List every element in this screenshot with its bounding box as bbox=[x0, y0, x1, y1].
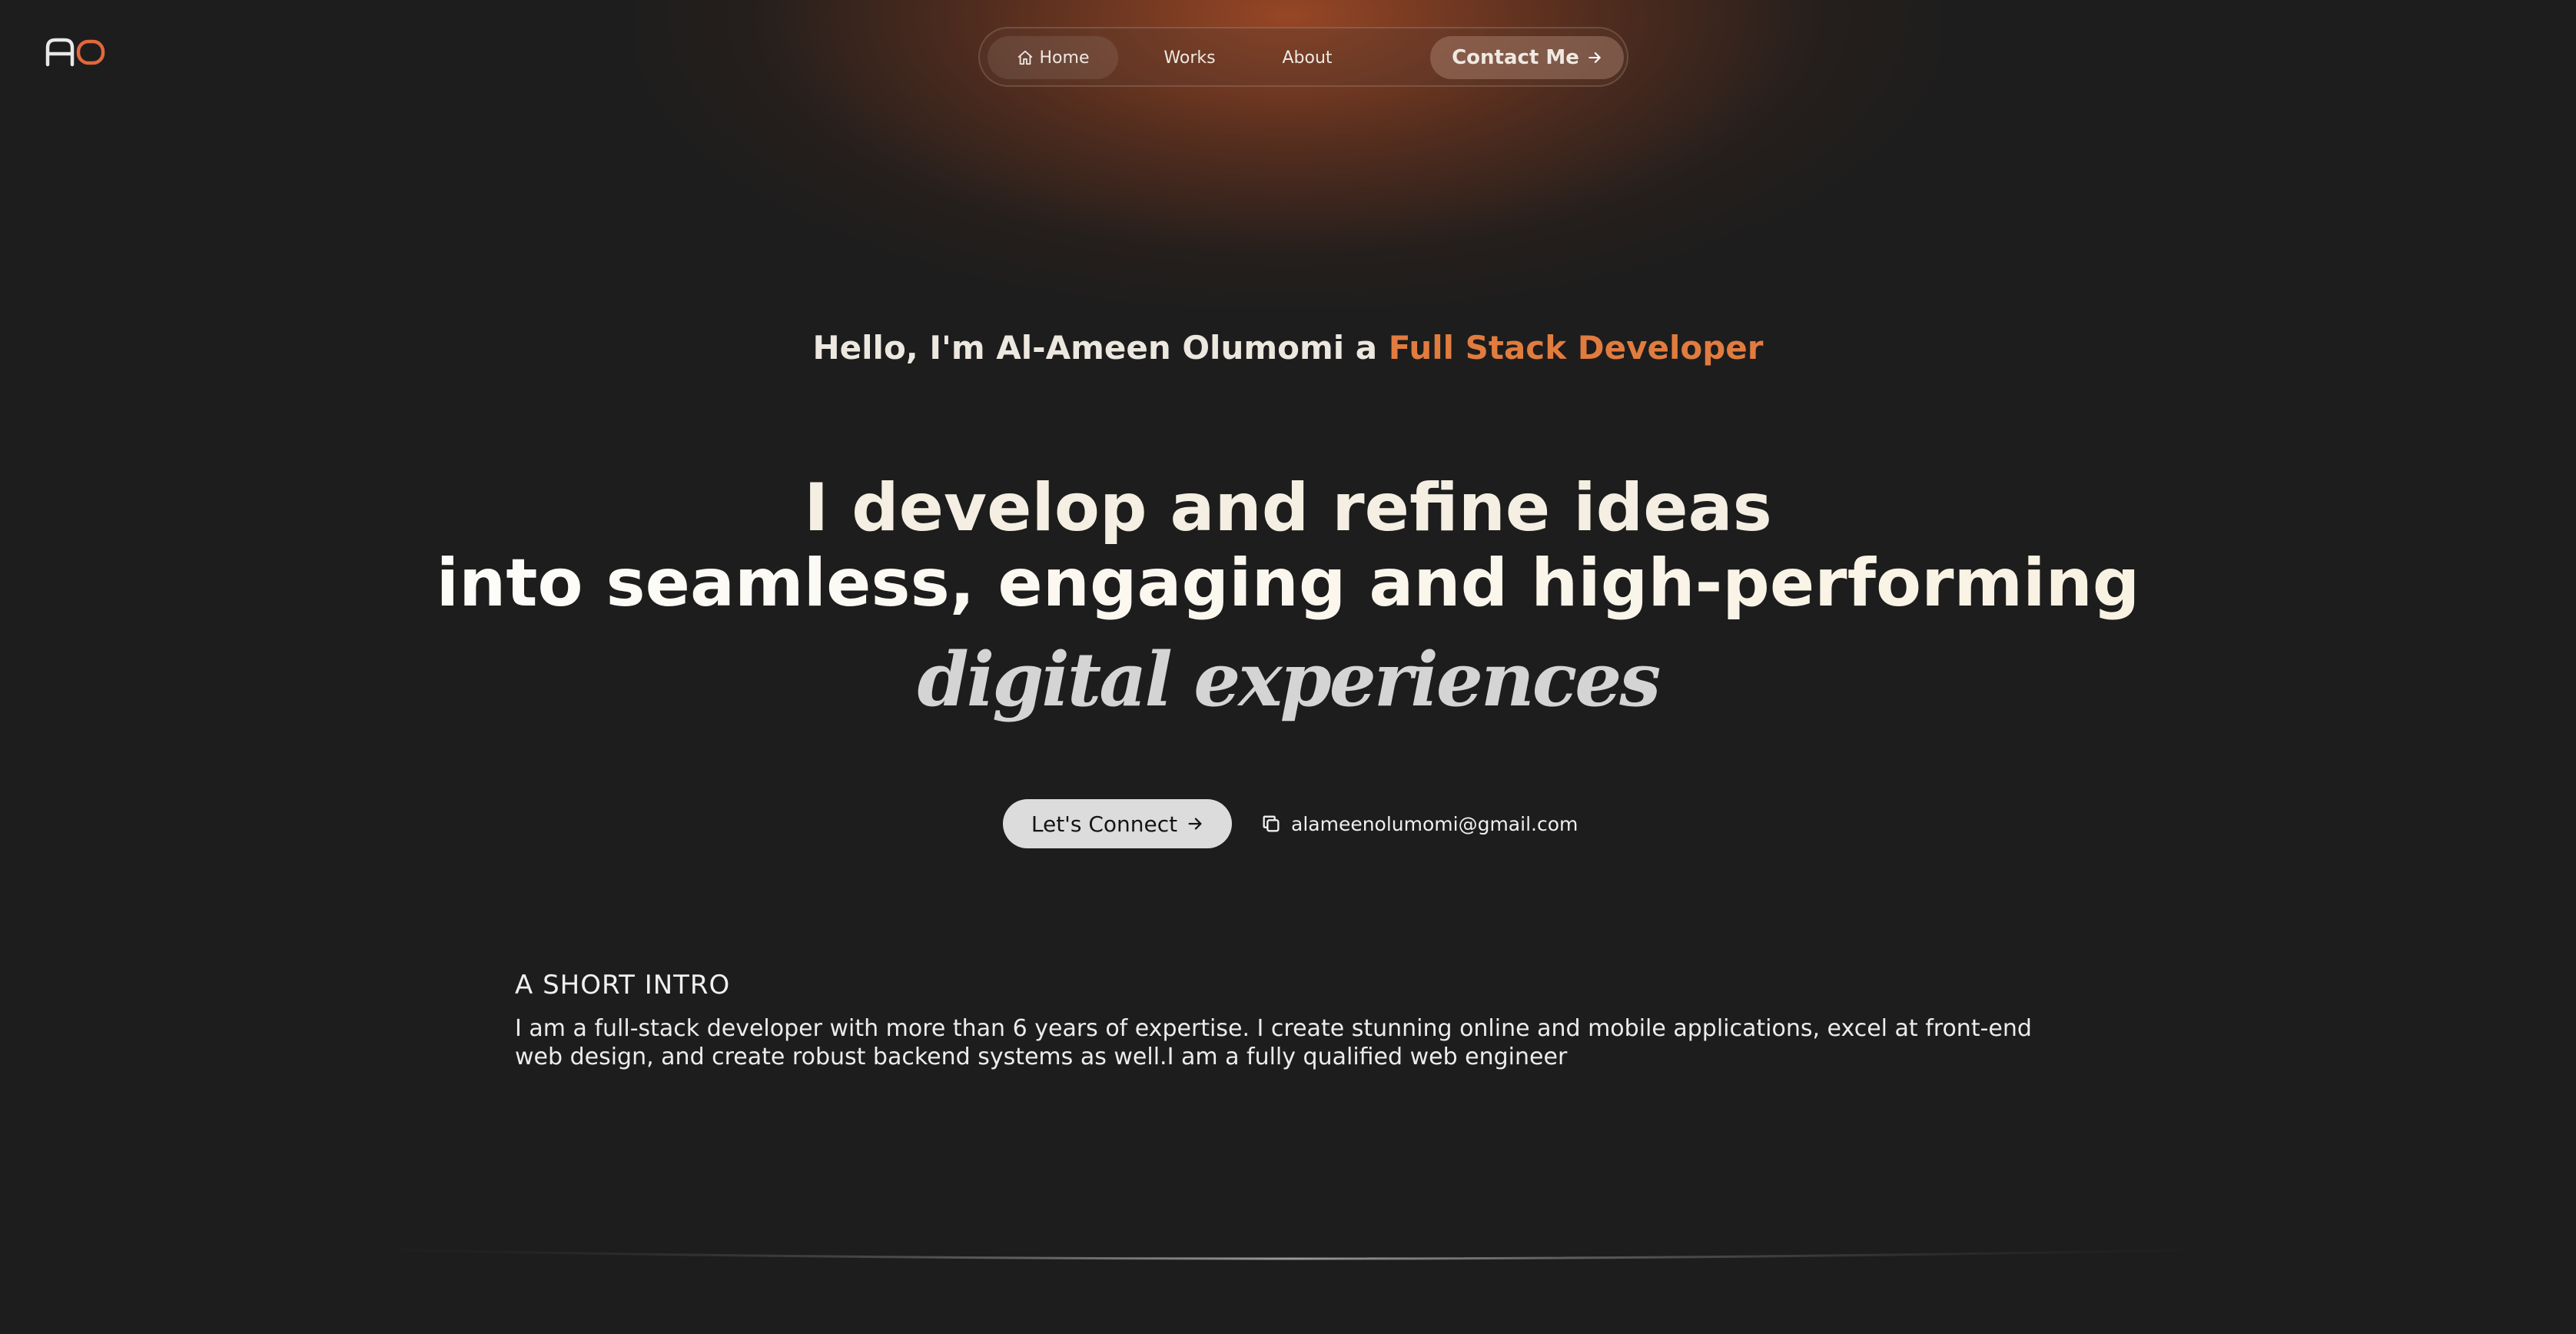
intro-heading: A SHORT INTRO bbox=[515, 970, 731, 1000]
greeting: Hello, I'm Al-Ameen Olumomi a Full Stack… bbox=[0, 329, 2576, 367]
contact-me-button[interactable]: Contact Me bbox=[1430, 36, 1624, 79]
nav-item-works-label: Works bbox=[1164, 48, 1216, 68]
greeting-role: Full Stack Developer bbox=[1388, 329, 1764, 367]
copy-icon bbox=[1260, 813, 1282, 835]
section-divider bbox=[292, 1246, 2290, 1260]
email-address: alameenolumomi@gmail.com bbox=[1291, 812, 1578, 835]
headline-script: digital experiences bbox=[917, 636, 1661, 723]
nav-item-works[interactable]: Works bbox=[1144, 36, 1236, 79]
main-nav: Home Works About Contact Me bbox=[978, 27, 1628, 87]
home-icon bbox=[1017, 49, 1034, 66]
arrow-right-icon bbox=[1187, 815, 1203, 832]
nav-item-about-label: About bbox=[1282, 48, 1333, 68]
hero-headline: I develop and refine ideas into seamless… bbox=[0, 470, 2576, 621]
logo[interactable] bbox=[45, 37, 106, 75]
nav-item-about[interactable]: About bbox=[1261, 36, 1353, 79]
headline-line-2: into seamless, engaging and high-perform… bbox=[0, 546, 2576, 621]
headline-line-1: I develop and refine ideas bbox=[804, 470, 1772, 546]
nav-item-home[interactable]: Home bbox=[988, 36, 1118, 79]
greeting-prefix: Hello, I'm Al-Ameen Olumomi a bbox=[812, 329, 1378, 367]
copy-email-button[interactable]: alameenolumomi@gmail.com bbox=[1260, 808, 1578, 839]
lets-connect-button[interactable]: Let's Connect bbox=[1003, 799, 1232, 848]
arrow-right-icon bbox=[1587, 50, 1602, 65]
intro-text: I am a full-stack developer with more th… bbox=[515, 1015, 2032, 1070]
logo-mark bbox=[45, 38, 105, 67]
lets-connect-label: Let's Connect bbox=[1031, 811, 1178, 837]
contact-me-label: Contact Me bbox=[1452, 46, 1579, 69]
nav-item-home-label: Home bbox=[1039, 48, 1090, 68]
